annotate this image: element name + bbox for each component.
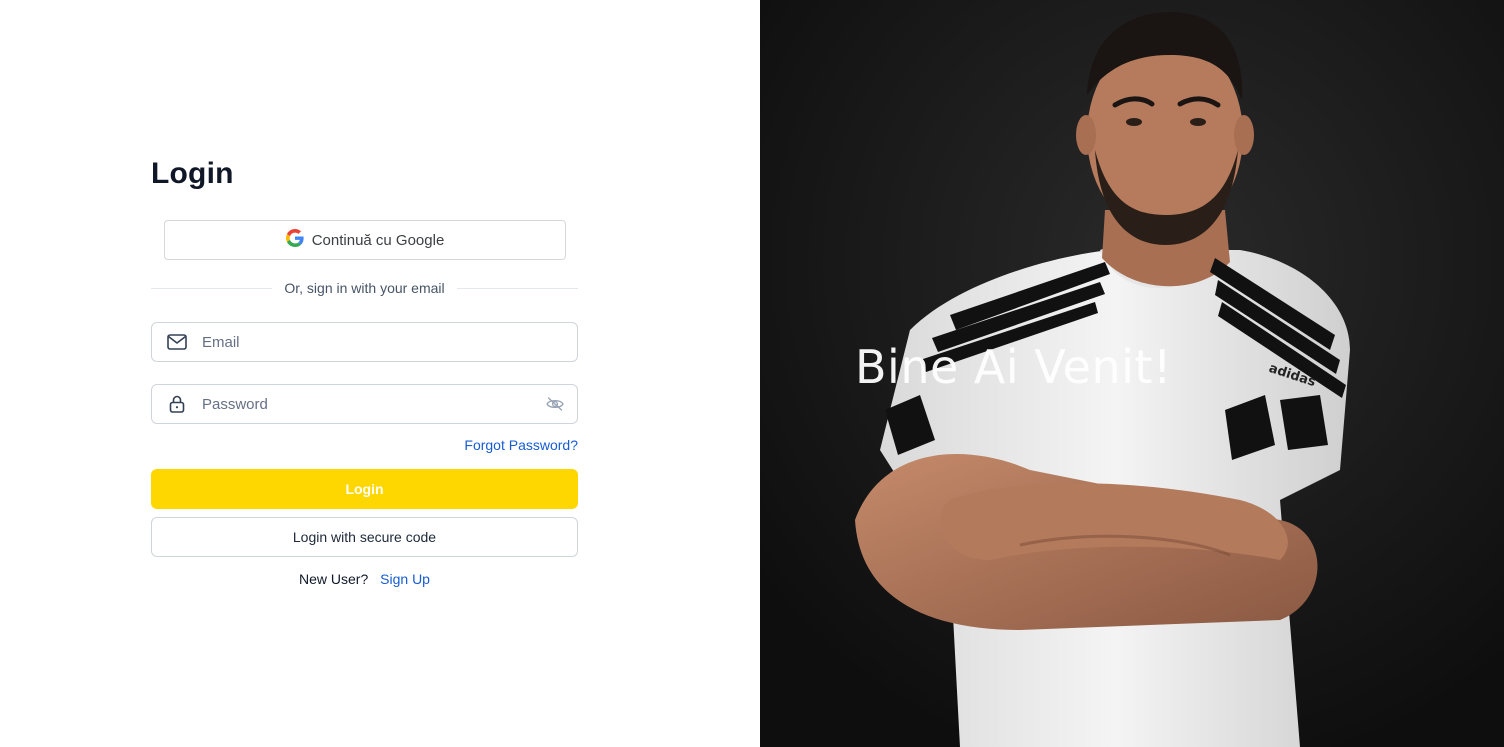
eye-off-icon[interactable] xyxy=(533,397,577,411)
google-logo-icon xyxy=(285,229,304,251)
email-field[interactable] xyxy=(151,322,578,362)
email-divider: Or, sign in with your email xyxy=(151,278,579,298)
signup-row: New User? Sign Up xyxy=(151,571,578,587)
divider-line-left xyxy=(151,287,273,289)
google-button-label: Continuă cu Google xyxy=(311,231,445,249)
continue-with-google-button[interactable]: Continuă cu Google xyxy=(164,220,566,260)
lock-icon xyxy=(152,395,202,413)
forgot-password-link[interactable]: Forgot Password? xyxy=(464,437,578,453)
divider-line-right xyxy=(456,287,579,289)
login-button[interactable]: Login xyxy=(151,469,578,509)
mail-icon xyxy=(152,334,202,350)
page-title: Login xyxy=(151,157,234,190)
login-panel: Login Continuă cu Google Or, sign in wit… xyxy=(0,0,760,747)
new-user-text: New User? xyxy=(299,571,369,587)
password-field[interactable] xyxy=(151,384,578,424)
login-with-secure-code-button[interactable]: Login with secure code xyxy=(151,517,578,557)
login-page: Login Continuă cu Google Or, sign in wit… xyxy=(0,0,1504,747)
sign-up-link[interactable]: Sign Up xyxy=(380,571,430,587)
password-input[interactable] xyxy=(202,385,533,423)
divider-text: Or, sign in with your email xyxy=(284,280,445,296)
email-input[interactable] xyxy=(202,323,577,361)
hero-panel: adidas Bine Ai Venit! xyxy=(760,0,1504,747)
welcome-heading: Bine Ai Venit! xyxy=(855,340,1172,394)
